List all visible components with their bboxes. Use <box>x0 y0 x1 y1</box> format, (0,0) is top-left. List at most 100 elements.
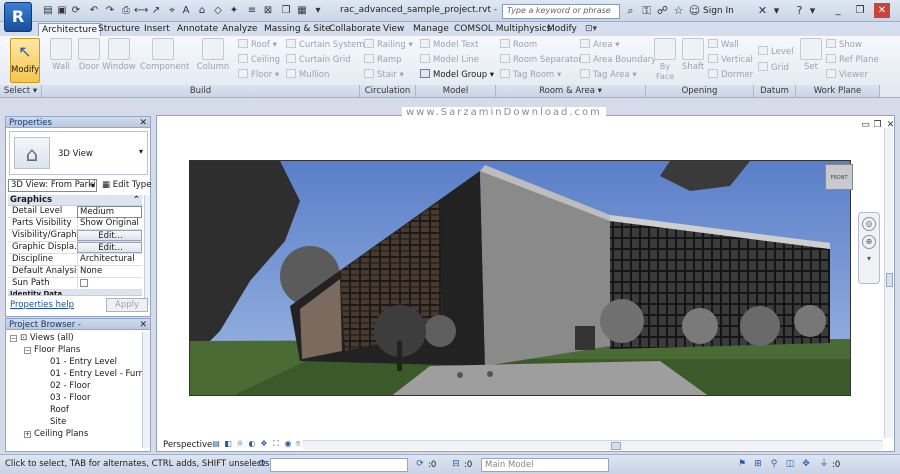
tree-item-view[interactable]: 01 - Entry Level <box>50 357 117 368</box>
workset-selector[interactable] <box>270 458 408 472</box>
detail-level-icon[interactable]: ▤ <box>211 439 221 449</box>
sun-path-icon[interactable]: ☼ <box>235 439 245 449</box>
parts-visibility-field[interactable]: Show Original <box>77 218 142 230</box>
tile-icon[interactable]: ▦ <box>296 4 308 17</box>
properties-scrollbar[interactable] <box>144 195 150 305</box>
ramp-button[interactable]: Ramp <box>364 54 402 67</box>
shaft-button[interactable]: Shaft <box>678 38 708 72</box>
reveal-hidden-icon[interactable]: ⌾ <box>293 439 303 449</box>
nav-options-icon[interactable]: ▾ <box>862 253 876 267</box>
tab-architecture[interactable]: Architecture <box>38 23 102 36</box>
model-line-button[interactable]: Model Line <box>420 54 479 67</box>
show-work-plane-button[interactable]: Show <box>826 39 862 52</box>
default-analysis-field[interactable]: None <box>77 266 142 278</box>
customize-qat-icon[interactable]: ▾ <box>312 4 324 17</box>
vertical-scrollbar[interactable] <box>884 128 893 438</box>
visual-style-icon[interactable]: ◧ <box>223 439 233 449</box>
dropdown-icon[interactable]: ▾ <box>770 4 783 17</box>
tab-comsol[interactable]: COMSOL Multiphysics <box>451 23 554 36</box>
select-underlay-icon[interactable]: ⊞ <box>752 458 764 471</box>
search-icon[interactable]: ⌕ <box>624 4 637 18</box>
ribbon-minimize-icon[interactable]: ⊡▾ <box>582 23 600 36</box>
thin-lines-icon[interactable]: ≡ <box>246 4 258 17</box>
mullion-button[interactable]: Mullion <box>286 69 329 82</box>
grid-button[interactable]: Grid <box>758 62 789 75</box>
tag-icon[interactable]: ⌖ <box>166 4 178 17</box>
minimize-view-icon[interactable]: ▭ <box>860 120 871 130</box>
floor-button[interactable]: Floor ▾ <box>238 69 279 82</box>
building-render[interactable] <box>189 160 851 396</box>
select-panel-label[interactable]: Select ▾ <box>0 85 42 97</box>
search-input[interactable]: Type a keyword or phrase <box>502 4 620 19</box>
model-group-button[interactable]: Model Group ▾ <box>420 69 494 82</box>
user-icon[interactable]: ☺ <box>688 4 701 17</box>
column-button[interactable]: Column <box>194 38 232 72</box>
tab-view[interactable]: View <box>380 23 407 36</box>
discipline-field[interactable]: Architectural <box>77 254 142 266</box>
collapse-icon[interactable]: − <box>10 335 17 342</box>
select-links-icon[interactable]: ⚑ <box>736 458 748 471</box>
apply-button[interactable]: Apply <box>106 298 148 312</box>
curtain-grid-button[interactable]: Curtain Grid <box>286 54 351 67</box>
ref-plane-button[interactable]: Ref Plane <box>826 54 879 67</box>
close-window-icon[interactable]: ✕ <box>874 3 890 18</box>
roof-button[interactable]: Roof ▾ <box>238 39 277 52</box>
projection-label[interactable]: Perspective <box>163 440 212 450</box>
tab-collaborate[interactable]: Collaborate <box>326 23 384 36</box>
tab-modify[interactable]: Modify <box>544 23 580 36</box>
sun-path-checkbox[interactable] <box>77 278 142 290</box>
temporary-hide-icon[interactable]: ◉ <box>283 439 293 449</box>
tab-structure[interactable]: Structure <box>95 23 143 36</box>
room-separator-button[interactable]: Room Separator <box>500 54 582 67</box>
tree-item-view[interactable]: 03 - Floor <box>50 393 90 404</box>
edit-type-button[interactable]: ▦ Edit Type <box>102 179 151 192</box>
application-menu-button[interactable]: R <box>4 2 32 32</box>
room-area-panel-label[interactable]: Room & Area ▾ <box>496 85 646 97</box>
set-work-plane-button[interactable]: Set <box>798 38 824 72</box>
tree-item-view[interactable]: Site <box>50 417 66 428</box>
properties-help-link[interactable]: Properties help <box>10 300 74 310</box>
sign-in-link[interactable]: Sign In <box>703 6 734 16</box>
sync-icon[interactable]: ⟳ <box>414 458 426 471</box>
tab-manage[interactable]: Manage <box>410 23 452 36</box>
vertical-opening-button[interactable]: Vertical <box>708 54 753 67</box>
camera-icon[interactable]: ✦ <box>228 4 240 17</box>
ceiling-button[interactable]: Ceiling <box>238 54 280 67</box>
type-selector[interactable]: ⌂ 3D View ▾ <box>9 131 148 175</box>
room-button[interactable]: Room <box>500 39 537 52</box>
instance-view-selector[interactable]: 3D View: From Parking <box>8 179 97 192</box>
tree-item-view[interactable]: 01 - Entry Level - Furniture <box>50 369 150 380</box>
stair-button[interactable]: Stair ▾ <box>364 69 404 82</box>
expand-icon[interactable]: + <box>24 431 31 438</box>
help-dropdown-icon[interactable]: ▾ <box>806 4 819 17</box>
select-pinned-icon[interactable]: ⚲ <box>768 458 780 471</box>
identity-data-group[interactable]: Identity Data <box>8 290 142 296</box>
view-cube[interactable]: FRONT <box>825 164 853 190</box>
minimize-window-icon[interactable]: _ <box>830 3 846 18</box>
text-icon[interactable]: A <box>180 4 192 17</box>
3d-view-window[interactable]: www.SarzaminDownload.com ▭ ❐ ✕ FRONT ◎ ⊕… <box>156 107 895 452</box>
communication-center-icon[interactable]: ☍ <box>656 4 669 17</box>
save-icon[interactable]: ▣ <box>56 4 68 17</box>
tree-item-ceiling-plans[interactable]: + Ceiling Plans <box>24 429 88 440</box>
filter-icon[interactable]: ⏚ <box>818 458 830 471</box>
section-icon[interactable]: ◇ <box>212 4 224 17</box>
measure-icon[interactable]: ⟷ <box>134 4 148 17</box>
steering-wheel-icon[interactable]: ◎ <box>862 217 876 231</box>
tab-annotate[interactable]: Annotate <box>174 23 221 36</box>
visibility-edit-button[interactable]: Edit... <box>77 230 142 241</box>
restore-view-icon[interactable]: ❐ <box>872 120 883 130</box>
redo-icon[interactable]: ↷ <box>104 4 116 17</box>
area-boundary-button[interactable]: Area Boundary <box>580 54 656 67</box>
tag-room-button[interactable]: Tag Room ▾ <box>500 69 561 82</box>
exchange-apps-icon[interactable]: ✕ <box>756 4 769 17</box>
by-face-button[interactable]: By Face <box>650 38 680 82</box>
rendering-icon[interactable]: ❖ <box>259 439 269 449</box>
tree-item-floor-plans[interactable]: − Floor Plans <box>24 345 80 356</box>
select-by-face-icon[interactable]: ◫ <box>784 458 796 471</box>
tag-area-button[interactable]: Tag Area ▾ <box>580 69 637 82</box>
undo-icon[interactable]: ↶ <box>88 4 100 17</box>
dormer-button[interactable]: Dormer <box>708 69 753 82</box>
window-button[interactable]: Window <box>100 38 138 72</box>
drag-elements-icon[interactable]: ✥ <box>800 458 812 471</box>
